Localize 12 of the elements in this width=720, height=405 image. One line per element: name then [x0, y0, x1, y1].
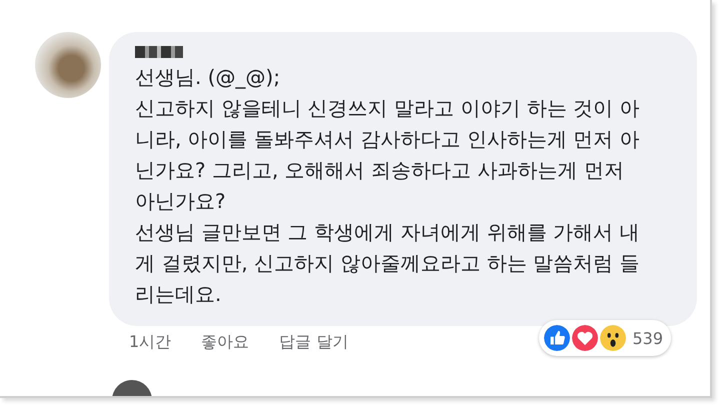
- heart-icon: [570, 323, 600, 353]
- redacted-name: [135, 46, 183, 58]
- comment-action-link[interactable]: 답글 달기: [279, 332, 348, 353]
- surprised-face-icon: [598, 323, 628, 353]
- comment-text: 신고하지 않을테니 신경쓰지 말라고 이야기 하는 것이 아니라, 아이를 돌봐주셔서 감사하다고 인사하는게 먼저 아닌가요? 그리고, 오해해서 죄송하다고 사과하는게 먼저 아닌가요?: [135, 95, 641, 215]
- comment-text: 선생님. (@_@);: [135, 64, 282, 91]
- thumbs-up-icon: [542, 323, 572, 353]
- comment-time[interactable]: 1시간: [129, 332, 172, 353]
- reaction-count: 539: [632, 328, 663, 348]
- comment-text: 선생님 글만보면 그 학생에게 자녀에게 위해를 가해서 내게 걸렸지만, 신고하지 않아줄께요라고 하는 말씀처럼 들리는데요.: [135, 219, 641, 308]
- comment-action-link[interactable]: 좋아요: [201, 332, 250, 353]
- reactions-summary[interactable]: 539: [539, 320, 671, 356]
